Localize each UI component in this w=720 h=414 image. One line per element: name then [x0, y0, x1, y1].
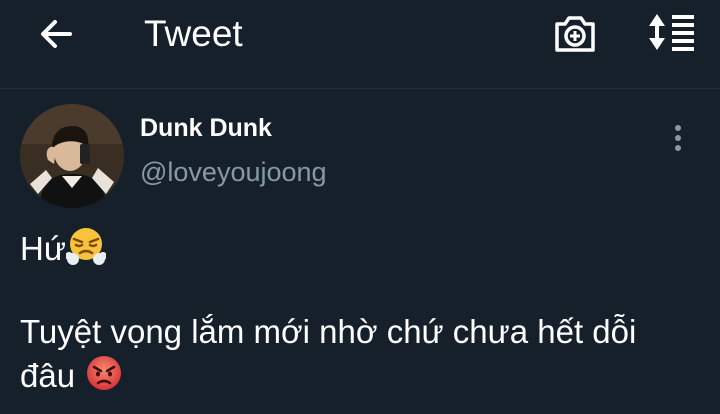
top-app-bar: Tweet — [0, 0, 720, 89]
sort-toggle-icon[interactable] — [646, 12, 696, 52]
page-title: Tweet — [144, 13, 243, 54]
tweet-text-segment: Hứ — [20, 230, 66, 267]
camera-add-icon[interactable] — [553, 12, 597, 54]
face-with-steam-from-nose-icon — [65, 228, 106, 265]
avatar[interactable] — [20, 104, 124, 208]
tweet-line-3: đâu — [20, 353, 710, 397]
back-arrow-icon[interactable] — [36, 14, 76, 54]
tweet-line-2: Tuyệt vọng lắm mới nhờ chứ chưa hết dỗi — [20, 313, 637, 350]
tweet-detail-screen: Tweet Dunk Dunk @loveyoujoong Hứ Tuyệt v… — [0, 0, 720, 414]
avatar-photo — [20, 104, 124, 208]
more-options-icon[interactable] — [662, 122, 694, 156]
tweet-line-1: Hứ — [20, 226, 710, 270]
angry-face-icon — [87, 356, 122, 390]
tweet-text: Hứ Tuyệt vọng lắm mới nhờ chứ chưa hết d… — [20, 226, 710, 397]
author-name[interactable]: Dunk Dunk — [140, 112, 272, 144]
tweet-text-segment: đâu — [20, 357, 85, 394]
author-handle[interactable]: @loveyoujoong — [140, 155, 327, 189]
